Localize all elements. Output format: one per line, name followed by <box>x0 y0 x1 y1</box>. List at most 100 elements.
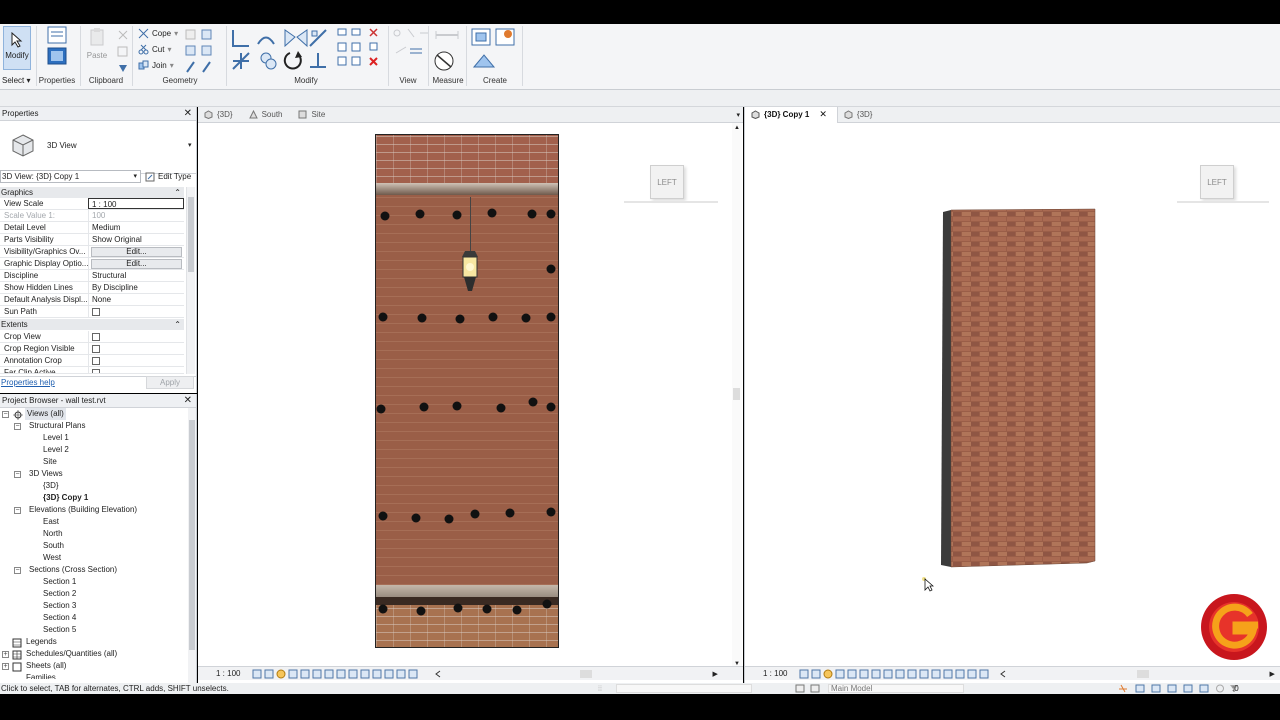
tab-3d-right[interactable]: {3D} <box>838 107 883 123</box>
tree-west[interactable]: West <box>43 552 61 564</box>
tree-north[interactable]: North <box>43 528 63 540</box>
annotation-crop-checkbox[interactable] <box>92 357 100 365</box>
tree-section-2[interactable]: Section 2 <box>43 588 76 600</box>
type-selector[interactable]: 3D View ▾ <box>0 122 196 174</box>
far-clip-checkbox[interactable] <box>92 369 100 373</box>
design-options-icons[interactable] <box>795 684 825 693</box>
tab-site[interactable]: Site <box>292 107 335 123</box>
tab-3d[interactable]: {3D} <box>198 107 243 123</box>
join-button[interactable]: Join ▾ <box>138 60 174 71</box>
prop-row-crop-region: Crop Region Visible <box>0 343 184 355</box>
cut-button[interactable]: Cut ▾ <box>138 44 171 55</box>
tab-south[interactable]: South <box>243 107 293 123</box>
tree-legends[interactable]: Legends <box>26 636 57 648</box>
prop-row-far-clip: Far Clip Active <box>0 367 184 374</box>
apply-button[interactable]: Apply <box>146 376 194 389</box>
worksets-icon[interactable]: ⁞⁞ <box>598 684 610 693</box>
tree-elevations[interactable]: Elevations (Building Elevation) <box>29 504 137 516</box>
visibility-graphics-edit-button[interactable]: Edit... <box>91 247 182 257</box>
collapse-toggle[interactable]: − <box>2 411 9 418</box>
tree-section-4[interactable]: Section 4 <box>43 612 76 624</box>
section-extents[interactable]: Extents ⌃ <box>0 319 184 330</box>
prop-key: Far Clip Active <box>4 368 56 373</box>
tree-views-all[interactable]: Views (all) <box>25 408 66 420</box>
tabs-menu-icon[interactable]: ▾ <box>736 111 740 119</box>
tree-schedules[interactable]: Schedules/Quantities (all) <box>26 648 117 660</box>
collapse-toggle[interactable]: − <box>14 507 21 514</box>
analysis-display-value[interactable]: None <box>88 294 184 305</box>
instance-selector[interactable]: 3D View: {3D} Copy 1 ▾ <box>0 170 141 183</box>
view-scale-left[interactable]: 1 : 100 <box>216 669 240 678</box>
tree-south[interactable]: South <box>43 540 64 552</box>
expand-toggle[interactable]: + <box>2 663 9 670</box>
tree-level-2[interactable]: Level 2 <box>43 444 69 456</box>
tab-3d-copy-1[interactable]: {3D} Copy 1 ✕ <box>745 106 838 123</box>
viewcube-right[interactable]: LEFT <box>1200 165 1234 199</box>
collapse-toggle[interactable]: − <box>14 567 21 574</box>
prop-key: Crop Region Visible <box>4 344 75 353</box>
tree-families[interactable]: Families <box>26 672 56 679</box>
tree-3d-views[interactable]: 3D Views <box>29 468 63 480</box>
door-stud <box>378 604 388 614</box>
view-control-icons[interactable] <box>799 669 1009 679</box>
tree-3d[interactable]: {3D} <box>43 480 59 492</box>
paste-button[interactable]: Paste <box>86 27 108 69</box>
expand-toggle[interactable]: + <box>2 651 9 658</box>
hidden-lines-value[interactable]: By Discipline <box>88 282 184 293</box>
section-graphics-label: Graphics <box>1 188 34 197</box>
wall-3d-model[interactable] <box>935 207 1105 571</box>
left-view-vscroll[interactable]: ▲ ▼ <box>732 123 742 669</box>
door-stud <box>452 401 462 411</box>
tree-east[interactable]: East <box>43 516 59 528</box>
selection-filter-icons[interactable] <box>1118 683 1246 694</box>
workset-selector[interactable] <box>616 684 752 693</box>
crop-region-checkbox[interactable] <box>92 345 100 353</box>
parts-visibility-value[interactable]: Show Original <box>88 234 184 245</box>
select-dropdown[interactable]: Select ▾ <box>2 76 30 85</box>
tree-site[interactable]: Site <box>43 456 57 468</box>
view-window-left: {3D} South Site ▾ LEFT ▲ ▼ 1: 100 ▶ <box>198 107 743 683</box>
scroll-right-icon[interactable]: ▶ <box>1269 670 1274 678</box>
scroll-right-icon[interactable]: ▶ <box>712 670 717 678</box>
view-scale-right[interactable]: 1 : 100 <box>763 669 787 678</box>
tree-level-1[interactable]: Level 1 <box>43 432 69 444</box>
model-selector[interactable]: Main Model <box>828 684 964 693</box>
properties-help-link[interactable]: Properties help <box>1 378 55 387</box>
door-stud <box>482 604 492 614</box>
tree-structural-plans[interactable]: Structural Plans <box>29 420 85 432</box>
cope-button[interactable]: Cope ▾ <box>138 28 178 39</box>
sun-path-checkbox[interactable] <box>92 308 100 316</box>
properties-scrollbar[interactable] <box>186 187 195 374</box>
edit-type-button[interactable]: Edit Type <box>145 170 191 183</box>
detail-level-value[interactable]: Medium <box>88 222 184 233</box>
browser-scrollbar[interactable] <box>188 408 196 683</box>
viewcube-compass <box>624 201 718 203</box>
tab-close-icon[interactable]: ✕ <box>819 109 827 120</box>
collapse-toggle[interactable]: − <box>14 423 21 430</box>
prop-row-hidden-lines: Show Hidden Lines By Discipline <box>0 282 184 294</box>
view-control-icons[interactable] <box>252 669 452 679</box>
viewcube[interactable]: LEFT <box>650 165 684 199</box>
right-view-hscroll-thumb[interactable] <box>1137 669 1150 678</box>
tree-sheets[interactable]: Sheets (all) <box>26 660 66 672</box>
collapse-toggle[interactable]: − <box>14 471 21 478</box>
left-view-hscroll-thumb[interactable] <box>580 669 593 678</box>
browser-close-icon[interactable]: ✕ <box>184 395 192 406</box>
graphic-display-edit-button[interactable]: Edit... <box>91 259 182 269</box>
crop-view-checkbox[interactable] <box>92 333 100 341</box>
sheets-icon <box>12 662 22 672</box>
discipline-value[interactable]: Structural <box>88 270 184 281</box>
properties-close-icon[interactable]: ✕ <box>184 108 192 119</box>
clipboard-tools-icon <box>117 30 128 72</box>
section-graphics[interactable]: Graphics ⌃ <box>0 187 184 198</box>
modify-button[interactable]: Modify <box>3 26 31 70</box>
properties-button[interactable] <box>44 26 70 72</box>
tree-section-5[interactable]: Section 5 <box>43 624 76 636</box>
viewcube-compass-right <box>1177 201 1269 203</box>
view-scale-input[interactable]: 1 : 100 <box>88 198 184 209</box>
tree-sections[interactable]: Sections (Cross Section) <box>29 564 117 576</box>
tree-section-3[interactable]: Section 3 <box>43 600 76 612</box>
tree-section-1[interactable]: Section 1 <box>43 576 76 588</box>
tree-3d-copy-1[interactable]: {3D} Copy 1 <box>43 492 88 504</box>
tab-label: Site <box>311 110 326 119</box>
